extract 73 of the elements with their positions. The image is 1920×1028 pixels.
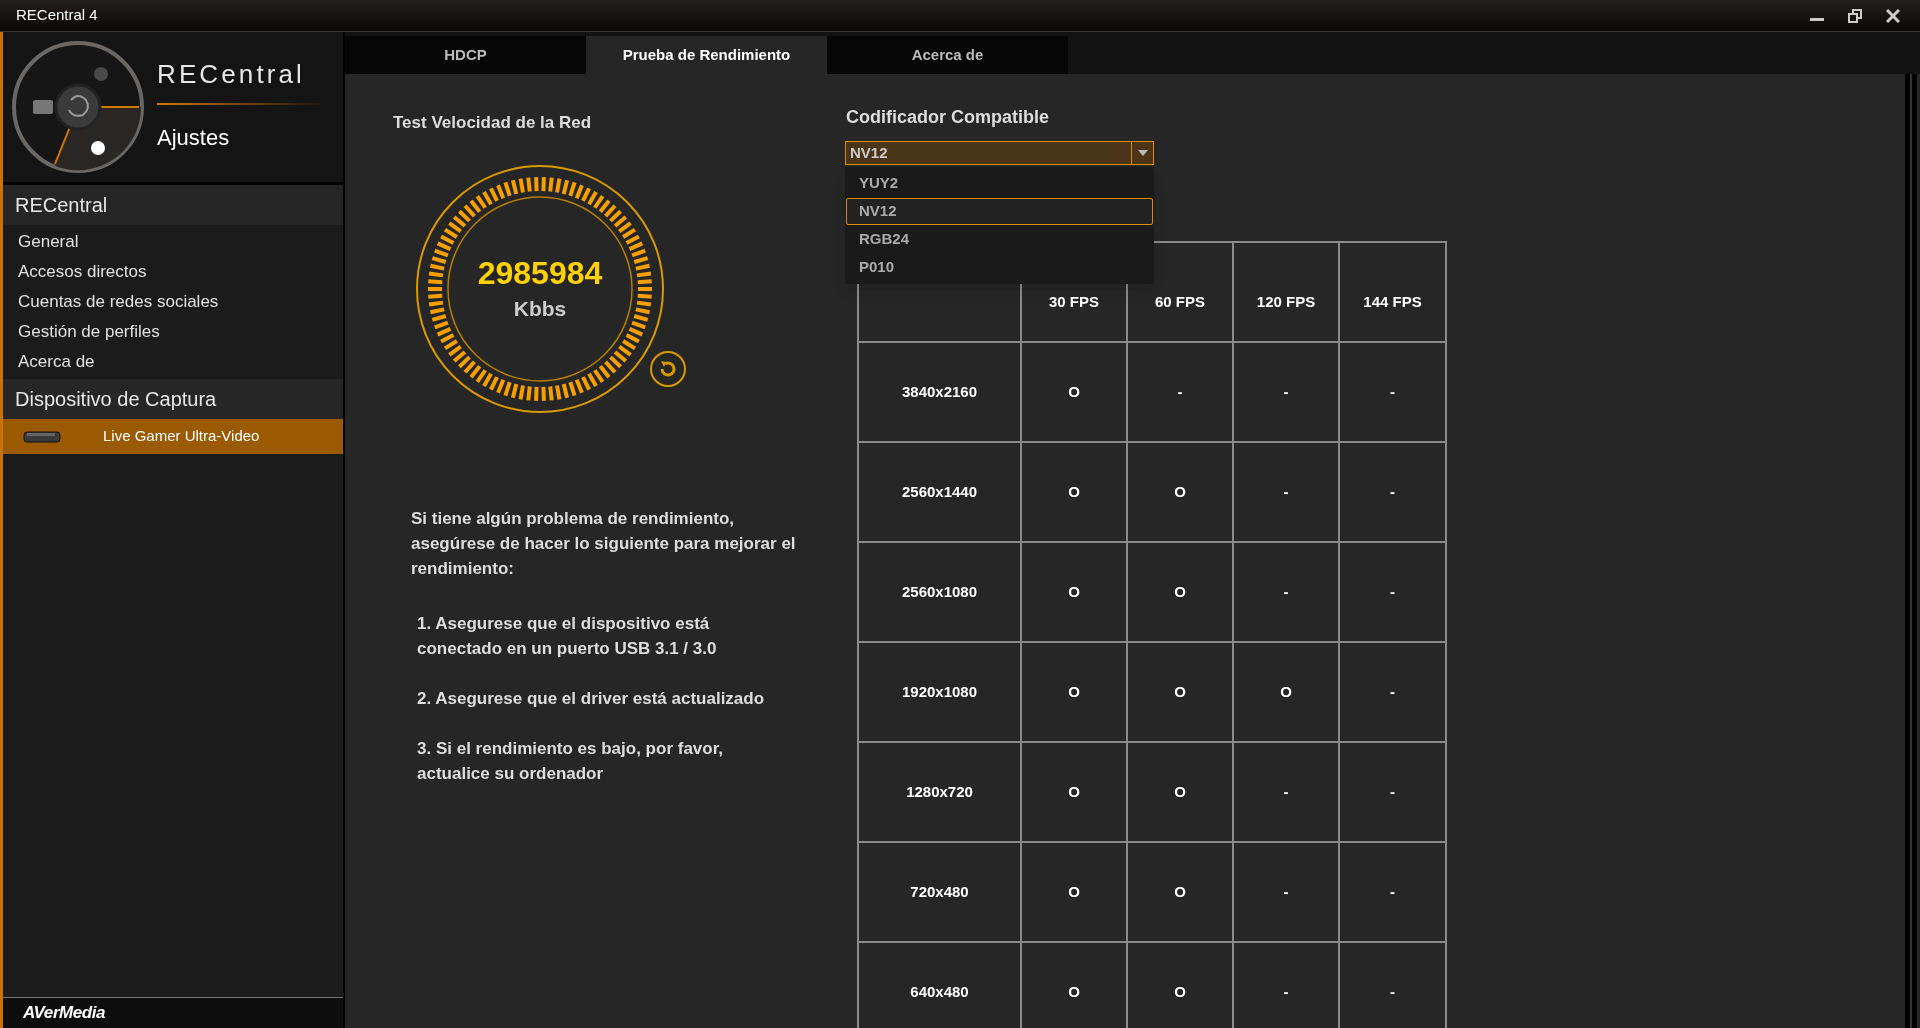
sidebar-item[interactable]: General	[3, 227, 343, 257]
table-cell-text: -	[1390, 581, 1395, 602]
close-icon[interactable]	[1886, 8, 1900, 23]
table-cell-text: -	[1177, 381, 1183, 402]
table-cell-text: O	[1280, 681, 1292, 702]
sidebar-item[interactable]: Cuentas de redes sociales	[3, 287, 343, 317]
section-title: Codificador Compatible	[846, 106, 1050, 129]
tab[interactable]: Prueba de Rendimiento	[586, 36, 827, 74]
section-header: RECentral	[15, 193, 108, 218]
section-header: Dispositivo de Captura	[15, 387, 217, 412]
column-header: 60 FPS	[1155, 291, 1205, 312]
speed-unit: Kbbs	[513, 295, 567, 322]
table-cell-text: O	[1068, 481, 1080, 502]
device-item[interactable]: Live Gamer Ultra-Video	[3, 419, 343, 454]
table-cell-text: O	[1174, 781, 1186, 802]
table-cell-text: -	[1390, 881, 1395, 902]
table-cell-text: -	[1390, 681, 1395, 702]
window-title: RECentral 4	[16, 5, 98, 26]
dropdown-option[interactable]: RGB24	[846, 226, 1153, 253]
table-cell-text: -	[1390, 981, 1395, 1002]
tab[interactable]: Acerca de	[827, 36, 1068, 74]
table-cell-text: -	[1283, 781, 1289, 802]
resolution-cell-text: 1280x720	[906, 781, 973, 802]
restore-icon[interactable]	[1848, 8, 1862, 23]
table-cell-text: O	[1174, 881, 1186, 902]
tab[interactable]: HDCP	[345, 36, 586, 74]
table-cell-text: O	[1068, 381, 1080, 402]
column-header: 120 FPS	[1256, 291, 1316, 312]
page-title: Ajustes	[157, 123, 231, 152]
tip-step: 1. Asegurese que el dispositivo está conectado en un puerto USB 3.1 / 3.0	[417, 610, 797, 661]
resolution-cell-text: 2560x1080	[901, 581, 978, 602]
sidebar-item[interactable]: Accesos directos	[3, 257, 343, 287]
table-cell-text: -	[1390, 381, 1395, 402]
table-cell-text: O	[1068, 681, 1080, 702]
table-cell-text: -	[1283, 481, 1289, 502]
table-cell-text: -	[1283, 381, 1289, 402]
resolution-cell-text: 2560x1440	[901, 481, 978, 502]
capture-device-icon	[23, 429, 61, 444]
refresh-icon[interactable]	[649, 349, 687, 388]
tip-step: 2. Asegurese que el driver está actualizado	[417, 685, 797, 711]
resolution-cell-text: 3840x2160	[901, 381, 978, 402]
table-cell-text: O	[1174, 481, 1186, 502]
table-cell-text: O	[1068, 881, 1080, 902]
tips-intro: Si tiene algún problema de rendimiento, asegúrese de hacer lo siguiente para mejorar el rendimiento:	[411, 507, 797, 580]
encoder-dropdown[interactable]: NV12	[845, 141, 1154, 165]
tip-step: 3. Si el rendimiento es bajo, por favor, actualice su ordenador	[417, 735, 797, 786]
sidebar-item[interactable]: Acerca de	[3, 347, 343, 377]
app-logo-icon	[11, 40, 145, 174]
brand-logo-text: AVerMedia	[23, 1002, 106, 1025]
dropdown-option[interactable]: P010	[846, 254, 1153, 281]
speed-value: 2985984	[477, 253, 603, 293]
column-header: 30 FPS	[1049, 291, 1099, 312]
table-cell-text: -	[1283, 881, 1289, 902]
resolution-cell-text: 640x480	[910, 981, 969, 1002]
column-header: 144 FPS	[1363, 291, 1422, 312]
table-cell-text: -	[1390, 481, 1395, 502]
table-cell-text: -	[1283, 981, 1289, 1002]
table-cell-text: -	[1283, 581, 1289, 602]
resolution-cell-text: 1920x1080	[901, 681, 978, 702]
caret-icon	[1137, 150, 1148, 156]
table-cell-text: O	[1068, 581, 1080, 602]
dropdown-option[interactable]: NV12	[846, 198, 1153, 225]
sidebar-item[interactable]: Gestión de perfiles	[3, 317, 343, 347]
table-cell-text: O	[1068, 781, 1080, 802]
table-cell-text: O	[1174, 981, 1186, 1002]
dropdown-option[interactable]: YUY2	[846, 170, 1153, 197]
table-cell-text: O	[1068, 981, 1080, 1002]
logo-text: RECentral	[157, 60, 306, 87]
resolution-cell-text: 720x480	[910, 881, 969, 902]
table-cell-text: O	[1174, 581, 1186, 602]
section-title: Test Velocidad de la Red	[393, 112, 593, 134]
table-cell-text: -	[1390, 781, 1395, 802]
table-cell-text: O	[1174, 681, 1186, 702]
